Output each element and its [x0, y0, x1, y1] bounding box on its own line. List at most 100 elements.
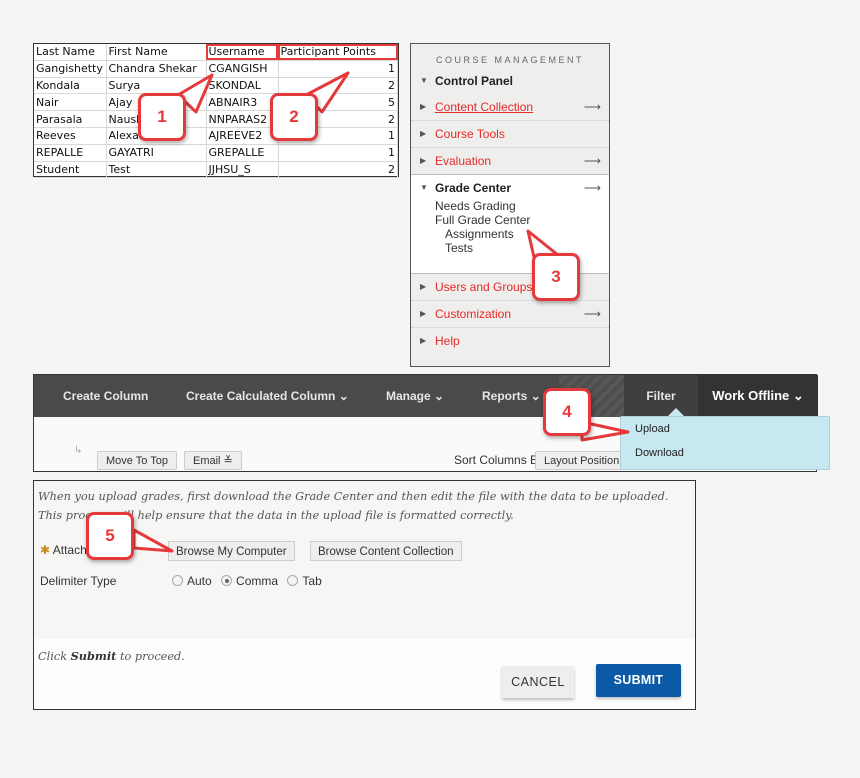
submenu-tests[interactable]: Tests [435, 241, 609, 255]
table-row: Kondala Surya SKONDAL 2 [34, 77, 398, 95]
header-first-name: First Name [106, 44, 207, 61]
menu-item-label[interactable]: Course Tools [435, 127, 505, 141]
triangle-down-icon: ▼ [420, 76, 428, 85]
sort-columns-label: Sort Columns By: [454, 453, 548, 467]
menu-item-content-collection[interactable]: ▶ Content Collection ⟶ [411, 94, 609, 121]
header-participant-points: Participant Points [278, 44, 398, 61]
menu-item-label[interactable]: Users and Groups [435, 280, 532, 294]
table-row: REPALLE GAYATRI GREPALLE 1 [34, 144, 398, 162]
submit-note: Click Submit to proceed. [38, 649, 185, 663]
submenu-assignments[interactable]: Assignments [435, 227, 609, 241]
cell: Parasala [34, 110, 107, 128]
menu-item-label[interactable]: Customization [435, 307, 511, 321]
table-row: Nair Ajay ABNAIR3 5 [34, 93, 398, 112]
arrow-right-icon[interactable]: ⟶ [584, 301, 601, 327]
callout-3: 3 [532, 253, 580, 301]
table-row: Parasala Naushil NNPARAS2 2 [34, 110, 398, 128]
cell: NNPARAS2 [206, 110, 279, 128]
triangle-right-icon: ▶ [420, 156, 427, 165]
triangle-right-icon: ▶ [420, 309, 427, 318]
work-offline-dropdown: Upload Download [620, 416, 830, 470]
cell: Gangishetty [34, 60, 107, 78]
table-row: Student Test JJHSU_S 2 [34, 161, 398, 179]
arrow-right-icon[interactable]: ⟶ [584, 175, 601, 201]
move-to-top-button[interactable]: Move To Top [97, 451, 177, 470]
note-text: to proceed. [116, 650, 185, 663]
delimiter-type-label: Delimiter Type [40, 574, 117, 588]
cell: 1 [278, 144, 398, 162]
action-bar: Create Column Create Calculated Column ⌄… [34, 375, 818, 417]
menu-item-label[interactable]: Grade Center [435, 181, 511, 195]
cell: Nair [34, 93, 107, 112]
submenu-needs-grading[interactable]: Needs Grading [435, 199, 609, 213]
browse-my-computer-button[interactable]: Browse My Computer [168, 541, 295, 561]
submit-button[interactable]: SUBMIT [596, 664, 681, 697]
cell: AJREEVE2 [206, 127, 279, 145]
arrow-right-icon[interactable]: ⟶ [584, 94, 601, 120]
callout-5: 5 [86, 512, 134, 560]
menu-item-help[interactable]: ▶ Help [411, 328, 609, 354]
cell: GAYATRI [106, 144, 207, 162]
dropdown-notch [668, 408, 684, 416]
create-calculated-column-menu[interactable]: Create Calculated Column ⌄ [186, 375, 349, 417]
triangle-down-icon: ▼ [420, 183, 428, 192]
callout-2: 2 [270, 93, 318, 141]
cell: SKONDAL [206, 77, 279, 95]
form-footer: Click Submit to proceed. CANCEL SUBMIT [34, 639, 695, 709]
radio-auto[interactable] [172, 575, 183, 586]
move-arrow-icon: ↳ [74, 445, 83, 456]
instruction-line: This process will help ensure that the d… [38, 509, 514, 522]
radio-label[interactable]: Auto [187, 574, 212, 588]
menu-item-label[interactable]: Evaluation [435, 154, 491, 168]
instruction-line: When you upload grades, first download t… [38, 490, 669, 503]
triangle-right-icon: ▶ [420, 282, 427, 291]
cell: 2 [278, 77, 398, 95]
menu-item-grade-center[interactable]: ▼ Grade Center ⟶ [411, 175, 609, 197]
cell: GREPALLE [206, 144, 279, 162]
menu-item-customization[interactable]: ▶ Customization ⟶ [411, 301, 609, 328]
control-panel-label: Control Panel [435, 74, 514, 88]
create-column-button[interactable]: Create Column [63, 375, 148, 417]
reports-menu[interactable]: Reports ⌄ [482, 375, 541, 417]
triangle-right-icon: ▶ [420, 129, 427, 138]
control-panel-header[interactable]: ▼ Control Panel [411, 68, 609, 94]
radio-label[interactable]: Tab [302, 574, 321, 588]
note-text: Click [38, 650, 71, 663]
radio-label[interactable]: Comma [236, 574, 278, 588]
dropdown-item-download[interactable]: Download [621, 441, 829, 465]
browse-content-collection-button[interactable]: Browse Content Collection [310, 541, 462, 561]
sort-columns-select[interactable]: Layout Position [535, 451, 625, 470]
radio-tab[interactable] [287, 575, 299, 586]
course-management-title: COURSE MANAGEMENT [435, 55, 584, 65]
note-bold: Submit [70, 649, 117, 663]
email-button[interactable]: Email ≚ [184, 451, 242, 470]
menu-item-label[interactable]: Content Collection [435, 100, 533, 114]
radio-comma[interactable] [221, 575, 233, 586]
cell: Kondala [34, 77, 107, 95]
cell: 2 [278, 161, 398, 179]
cell: JJHSU_S [206, 161, 279, 179]
menu-item-evaluation[interactable]: ▶ Evaluation ⟶ [411, 148, 609, 175]
menu-item-label[interactable]: Help [435, 334, 460, 348]
course-management-panel: COURSE MANAGEMENT ▼ Control Panel ▶ Cont… [410, 43, 610, 367]
cancel-button[interactable]: CANCEL [502, 666, 574, 698]
submenu-full-grade-center[interactable]: Full Grade Center [435, 213, 609, 227]
menu-item-course-tools[interactable]: ▶ Course Tools [411, 121, 609, 148]
table-row: Reeves Alexander AJREEVE2 1 [34, 127, 398, 145]
dropdown-item-upload[interactable]: Upload [621, 417, 829, 441]
triangle-right-icon: ▶ [420, 102, 427, 111]
cell: CGANGISH [206, 60, 279, 78]
arrow-right-icon[interactable]: ⟶ [584, 148, 601, 174]
cell: Surya [106, 77, 207, 95]
cell: 1 [278, 60, 398, 78]
required-icon: ✱ [40, 543, 51, 557]
work-offline-menu[interactable]: Work Offline ⌄ [698, 375, 818, 417]
manage-menu[interactable]: Manage ⌄ [386, 375, 444, 417]
filter-button[interactable]: Filter [624, 375, 698, 417]
triangle-right-icon: ▶ [420, 336, 427, 345]
cell: ABNAIR3 [206, 93, 279, 112]
header-username: Username [206, 44, 279, 61]
header-last-name: Last Name [34, 44, 107, 61]
spreadsheet-header-row: Last Name First Name Username Participan… [34, 44, 398, 61]
cell: Reeves [34, 127, 107, 145]
